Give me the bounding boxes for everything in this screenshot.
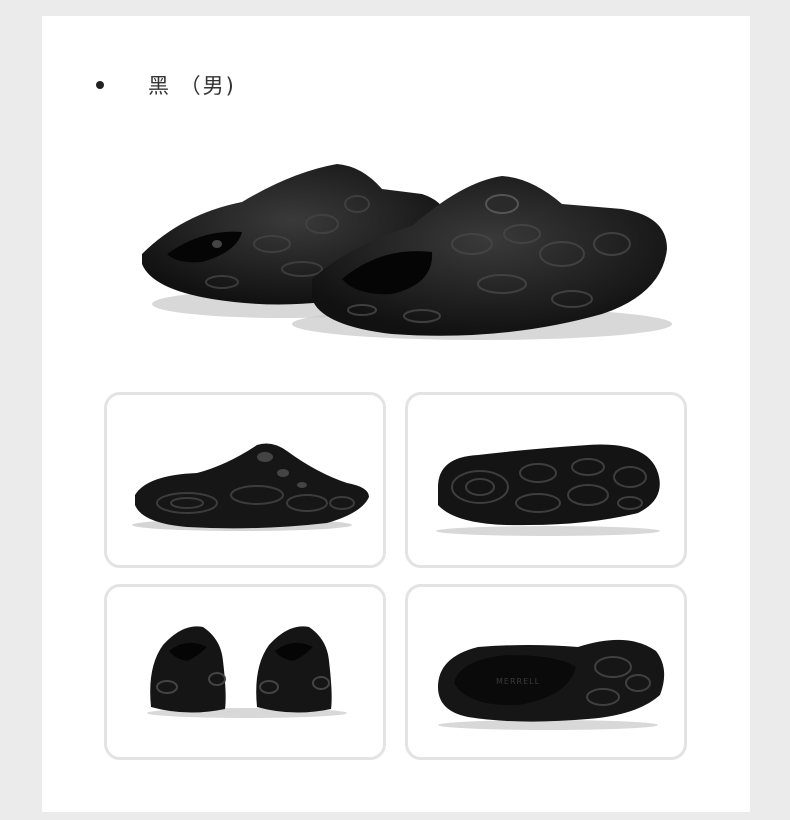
side-view-card[interactable] <box>104 392 386 568</box>
back-view-card[interactable] <box>104 584 386 760</box>
product-detail-panel: 黑 （男) MERRELL <box>42 16 750 812</box>
top-view-card[interactable]: MERRELL <box>405 584 687 760</box>
slide-side-icon <box>132 443 369 531</box>
bullet-icon <box>96 81 104 89</box>
sole-view-card[interactable] <box>405 392 687 568</box>
color-variant-row: 黑 （男) <box>96 70 236 100</box>
variant-label: 黑 （男) <box>148 74 236 98</box>
slide-back-icon <box>147 626 347 718</box>
slide-pair-icon <box>142 164 672 340</box>
slide-top-icon <box>438 639 665 730</box>
slide-sole-icon <box>436 444 660 536</box>
brand-mark: MERRELL <box>496 677 541 686</box>
